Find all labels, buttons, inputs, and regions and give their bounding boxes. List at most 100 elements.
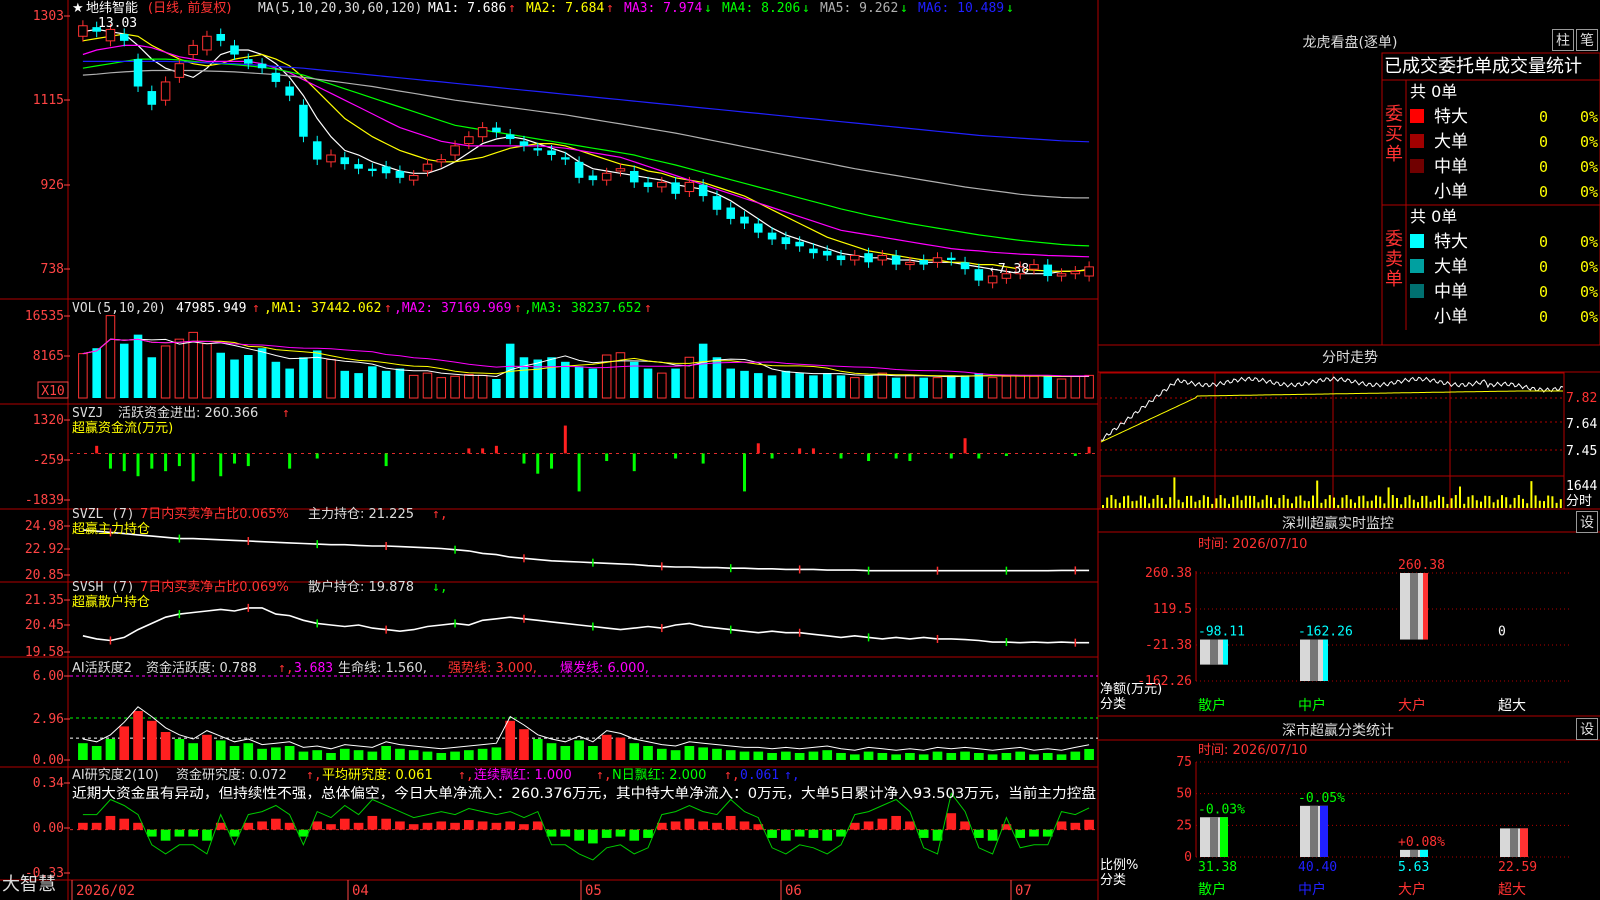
activity-bar[interactable] xyxy=(1015,751,1026,760)
vol-bar[interactable] xyxy=(905,374,915,399)
activity-bar[interactable] xyxy=(78,743,88,760)
vol-bar[interactable] xyxy=(408,374,419,399)
ai-activity-panel[interactable]: 6.00 2.96 0.00 AI活跃度2 资金活跃度: 0.788 ↑, 3.683 生命线… xyxy=(33,660,1098,768)
activity-bar[interactable] xyxy=(284,746,295,760)
vol-bar[interactable] xyxy=(119,343,129,398)
vol-bar[interactable] xyxy=(877,372,888,399)
research-bar[interactable] xyxy=(574,829,584,841)
activity-bar[interactable] xyxy=(243,743,254,760)
sz-monitor-settings-button[interactable]: 设 xyxy=(1576,511,1598,533)
activity-bar[interactable] xyxy=(326,753,336,760)
research-bar[interactable] xyxy=(202,829,212,841)
activity-bar[interactable] xyxy=(215,740,226,760)
research-bar[interactable] xyxy=(739,821,750,830)
activity-bar[interactable] xyxy=(133,711,143,760)
svzj-bar[interactable] xyxy=(288,453,292,469)
vol-bar[interactable] xyxy=(299,357,308,398)
activity-bar[interactable] xyxy=(174,739,185,760)
vol-bar[interactable] xyxy=(78,353,88,399)
candle[interactable] xyxy=(809,248,818,254)
vol-bar[interactable] xyxy=(271,361,281,398)
vol-bar[interactable] xyxy=(974,373,984,398)
candle[interactable] xyxy=(726,207,736,219)
vol-bar[interactable] xyxy=(105,315,116,399)
research-bar[interactable] xyxy=(284,822,295,830)
research-bar[interactable] xyxy=(794,829,805,837)
activity-bar[interactable] xyxy=(105,739,116,760)
candle[interactable] xyxy=(561,157,570,160)
research-bar[interactable] xyxy=(615,829,626,837)
candle[interactable] xyxy=(285,86,294,96)
activity-bar[interactable] xyxy=(588,746,598,760)
activity-bar[interactable] xyxy=(808,751,819,760)
vol-bar[interactable] xyxy=(767,375,777,398)
activity-bar[interactable] xyxy=(312,750,323,760)
svzj-bar[interactable] xyxy=(481,448,485,454)
candle[interactable] xyxy=(230,45,239,55)
candle[interactable] xyxy=(932,257,943,263)
svzj-bar[interactable] xyxy=(577,453,581,492)
svzj-bar[interactable] xyxy=(136,453,140,477)
activity-bar[interactable] xyxy=(822,750,833,760)
activity-bar[interactable] xyxy=(946,753,957,760)
candle[interactable] xyxy=(422,163,433,172)
svzj-bar[interactable] xyxy=(756,443,760,454)
activity-bar[interactable] xyxy=(656,748,667,760)
research-bar[interactable] xyxy=(891,815,901,830)
research-bar[interactable] xyxy=(491,822,502,830)
svzj-bar[interactable] xyxy=(977,453,981,459)
candle[interactable] xyxy=(919,260,928,265)
candle[interactable] xyxy=(408,175,419,181)
svzj-bar[interactable] xyxy=(1004,453,1008,456)
candle[interactable] xyxy=(174,63,185,78)
research-bar[interactable] xyxy=(849,822,860,830)
research-bar[interactable] xyxy=(905,821,915,830)
vol-bar[interactable] xyxy=(477,374,488,399)
research-bar[interactable] xyxy=(464,820,474,830)
research-bar[interactable] xyxy=(133,822,143,830)
svzj-bar[interactable] xyxy=(95,445,99,454)
vol-bar[interactable] xyxy=(1001,375,1012,399)
candle[interactable] xyxy=(905,261,915,266)
candle[interactable] xyxy=(299,104,308,137)
research-bar[interactable] xyxy=(767,829,777,838)
candle[interactable] xyxy=(1029,264,1039,270)
activity-bar[interactable] xyxy=(339,748,350,760)
activity-bar[interactable] xyxy=(257,748,267,760)
svzj-bar[interactable] xyxy=(177,453,181,467)
activity-bar[interactable] xyxy=(395,748,405,760)
activity-bar[interactable] xyxy=(119,726,130,760)
svzj-bar[interactable] xyxy=(522,453,526,464)
vol-bar[interactable] xyxy=(422,372,433,399)
vol-bar[interactable] xyxy=(492,378,501,398)
research-bar[interactable] xyxy=(312,821,323,830)
research-bar[interactable] xyxy=(643,829,653,838)
activity-bar[interactable] xyxy=(91,746,102,760)
research-bar[interactable] xyxy=(160,829,171,841)
candle[interactable] xyxy=(877,254,888,261)
research-bar[interactable] xyxy=(601,829,612,838)
candle[interactable] xyxy=(754,223,763,233)
svzj-bar[interactable] xyxy=(894,453,898,459)
vol-bar[interactable] xyxy=(1084,374,1094,399)
vol-bar[interactable] xyxy=(795,373,804,398)
candle[interactable] xyxy=(671,182,680,194)
kline-panel[interactable]: 1303 1115 926 738 13.03 ←7.38 xyxy=(33,9,1094,289)
svzj-panel[interactable]: 1320 -259 -1839 SVZJ 活跃资金进出: 260.366 ↑ 超赢资金流(万… xyxy=(25,405,1098,508)
candle[interactable] xyxy=(147,91,157,105)
cls-stats-settings-button[interactable]: 设 xyxy=(1576,718,1598,740)
activity-bar[interactable] xyxy=(891,754,901,760)
activity-bar[interactable] xyxy=(987,754,998,760)
activity-bar[interactable] xyxy=(863,751,874,760)
svzj-bar[interactable] xyxy=(743,453,747,492)
svzj-bar[interactable] xyxy=(867,453,871,462)
vol-bar[interactable] xyxy=(354,373,363,398)
activity-bar[interactable] xyxy=(974,753,984,760)
research-bar[interactable] xyxy=(519,824,529,830)
candle[interactable] xyxy=(547,150,556,155)
activity-bar[interactable] xyxy=(505,720,516,760)
research-bar[interactable] xyxy=(781,829,791,841)
candle[interactable] xyxy=(1070,270,1081,275)
candle[interactable] xyxy=(629,170,639,183)
research-bar[interactable] xyxy=(257,821,267,830)
